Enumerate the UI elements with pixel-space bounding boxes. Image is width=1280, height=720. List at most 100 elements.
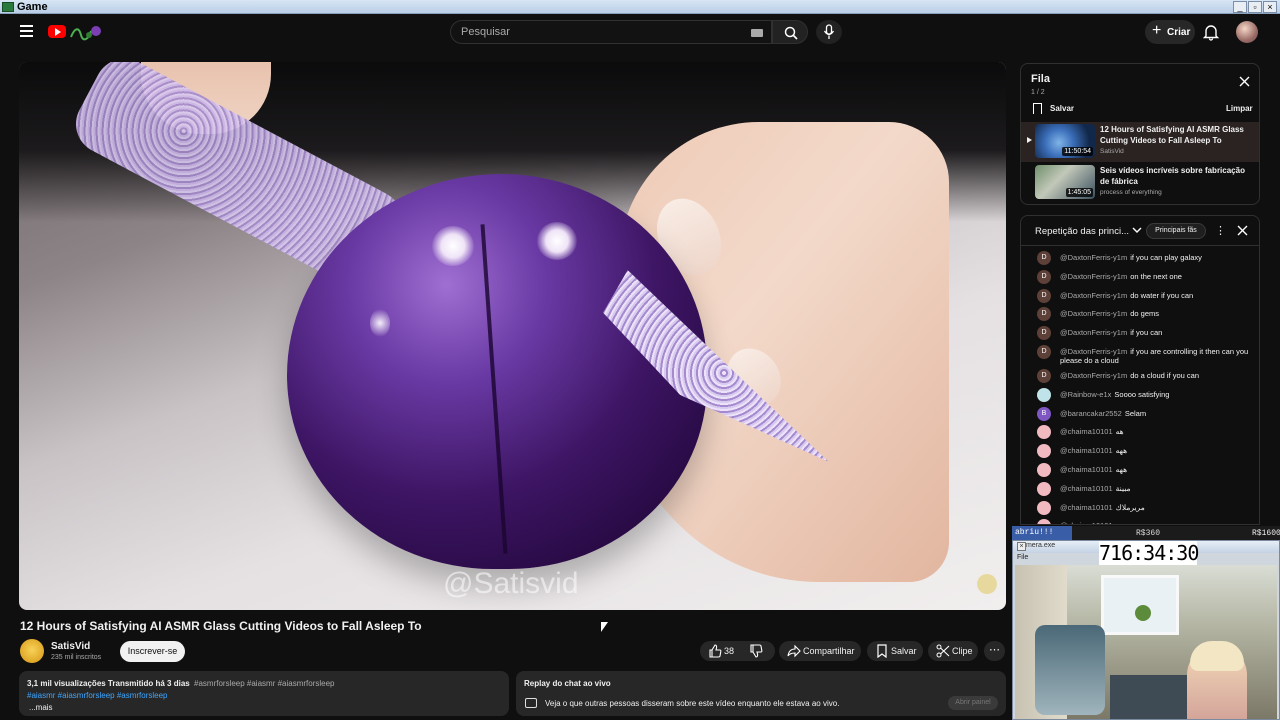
chat-author[interactable]: @chaima10101 (1060, 427, 1113, 436)
queue-duration: 11:50:54 (1062, 147, 1093, 156)
chat-avatar[interactable]: D (1037, 269, 1051, 284)
chat-text: if you can play galaxy (1130, 253, 1202, 262)
top-fans-badge[interactable]: Principais fãs (1146, 223, 1206, 239)
chat-avatar[interactable]: B (1037, 406, 1051, 421)
clip-button[interactable]: Clipe (928, 641, 978, 661)
chat-header: Repetição das princi... Principais fãs ⋮ (1021, 216, 1259, 246)
live-chat-panel: Repetição das princi... Principais fãs ⋮… (1020, 215, 1260, 525)
watermark-logo-icon (977, 574, 997, 594)
chat-avatar[interactable] (1037, 481, 1051, 496)
chat-avatar[interactable]: D (1037, 307, 1051, 322)
chat-author[interactable]: @DaxtonFerris-y1m (1060, 291, 1127, 300)
chat-avatar[interactable] (1037, 500, 1051, 515)
account-avatar[interactable] (1236, 21, 1258, 43)
thumbs-up-icon[interactable] (708, 644, 722, 658)
chat-author[interactable]: @barancakar2552 (1060, 409, 1122, 418)
channel-name[interactable]: SatisVid (51, 641, 90, 652)
subscribe-button[interactable]: Inscrever-se (120, 641, 185, 662)
queue-item[interactable]: 1:45:05 Seis vídeos incríveis sobre fabr… (1021, 163, 1259, 203)
chat-text: هه (1115, 427, 1124, 437)
chat-author[interactable]: @DaxtonFerris-y1m (1060, 328, 1127, 337)
open-panel-button[interactable]: Abrir painel (948, 696, 998, 710)
chat-author[interactable]: @Rainbow-e1x (1060, 390, 1111, 399)
queue-item-channel: SatisVid (1100, 148, 1124, 155)
chat-mode-title[interactable]: Repetição das princi... (1035, 226, 1129, 237)
chat-text: مريرملاك (1115, 502, 1145, 512)
chat-avatar[interactable] (1037, 463, 1051, 477)
chat-author[interactable]: @DaxtonFerris-y1m (1060, 309, 1127, 318)
chevron-down-icon[interactable] (1132, 225, 1142, 235)
chat-text: do water if you can (1130, 290, 1194, 300)
video-player[interactable]: @Satisvid (19, 62, 1006, 610)
plus-icon: + (1152, 22, 1162, 39)
chat-avatar[interactable] (1037, 519, 1051, 524)
search-input[interactable]: Pesquisar (450, 20, 772, 44)
goal-max-value: R$1600 (1252, 529, 1280, 538)
bookmark-icon[interactable] (1033, 103, 1042, 114)
search-button[interactable] (772, 20, 808, 44)
chat-text: if you can (1130, 328, 1163, 338)
chat-author[interactable]: @DaxtonFerris-y1m (1060, 371, 1127, 380)
channel-avatar[interactable] (20, 639, 44, 663)
chat-author[interactable]: @chaima10101 (1060, 503, 1113, 512)
chat-author[interactable]: @chaima10101 (1060, 446, 1113, 455)
thumbs-down-icon[interactable] (749, 644, 763, 658)
chat-avatar[interactable]: D (1037, 345, 1051, 359)
chat-author[interactable]: @DaxtonFerris-y1m (1060, 272, 1127, 281)
keyboard-icon[interactable] (751, 29, 763, 37)
video-title: 12 Hours of Satisfying AI ASMR Glass Cut… (20, 619, 422, 633)
description-tags: #asmrforsleep #aiasmr #aiasmrforsleep (194, 679, 335, 688)
microphone-icon (823, 24, 835, 39)
chat-text: هه (1116, 521, 1124, 524)
camera-file-menu[interactable]: File (1017, 554, 1028, 561)
save-button[interactable]: Salvar (867, 641, 923, 661)
chat-avatar[interactable]: D (1037, 288, 1051, 303)
chat-author[interactable]: @DaxtonFerris-y1m (1060, 347, 1127, 356)
queue-clear-button[interactable]: Limpar (1226, 104, 1253, 113)
create-label: Criar (1167, 27, 1191, 38)
chat-text: on the next one (1130, 271, 1182, 281)
chat-avatar[interactable] (1037, 444, 1051, 459)
close-window-button[interactable]: × (1263, 1, 1277, 13)
chat-author[interactable]: @chaima10101 (1060, 521, 1113, 524)
chat-avatar[interactable]: D (1037, 369, 1051, 383)
queue-title: Fila (1031, 73, 1050, 85)
doodle-icon (70, 26, 101, 41)
share-button[interactable]: Compartilhar (779, 641, 861, 661)
voice-search-button[interactable] (816, 20, 842, 44)
chat-avatar[interactable] (1037, 425, 1051, 440)
notifications-bell-icon[interactable] (1202, 23, 1220, 41)
youtube-logo[interactable] (48, 23, 104, 41)
queue-thumbnail: 11:50:54 (1035, 124, 1095, 158)
show-more-link[interactable]: ...mais (29, 703, 53, 712)
share-icon (787, 644, 801, 658)
create-button[interactable]: + Criar (1145, 20, 1195, 44)
close-icon[interactable]: × (1017, 542, 1026, 551)
chat-author[interactable]: @DaxtonFerris-y1m (1060, 253, 1127, 262)
chat-author[interactable]: @chaima10101 (1060, 484, 1113, 493)
queue-item-channel: process of everything (1100, 189, 1162, 196)
search-placeholder: Pesquisar (461, 26, 510, 38)
queue-panel: Fila 1 / 2 Salvar Limpar 11:50:54 12 Hou… (1020, 63, 1260, 205)
chat-avatar[interactable]: D (1037, 326, 1051, 341)
description-hashtags[interactable]: #aiasmr #aiasmrforsleep #asmrforsleep (27, 691, 168, 700)
chat-text: ههه (1115, 446, 1128, 456)
chat-avatar[interactable]: D (1037, 251, 1051, 265)
close-icon[interactable] (1237, 225, 1248, 236)
now-playing-icon (1027, 137, 1032, 143)
like-dislike-group: 38 (700, 641, 775, 661)
stream-goal-bar: abriu!!! R$360 R$1600 (1012, 526, 1280, 540)
description-box[interactable]: 3,1 mil visualizações Transmitido há 3 d… (19, 671, 509, 716)
chat-author[interactable]: @chaima10101 (1060, 465, 1113, 474)
menu-icon[interactable] (20, 25, 33, 37)
chat-text: do gems (1130, 309, 1159, 319)
close-icon[interactable] (1239, 76, 1250, 87)
minimize-button[interactable]: _ (1233, 1, 1247, 13)
queue-item[interactable]: 11:50:54 12 Hours of Satisfying AI ASMR … (1021, 122, 1259, 162)
chat-avatar[interactable] (1037, 387, 1051, 402)
maximize-button[interactable]: ▫ (1248, 1, 1262, 13)
queue-save-button[interactable]: Salvar (1050, 104, 1074, 113)
more-actions-button[interactable]: ⋯ (984, 641, 1005, 661)
chat-text: مبينة (1115, 483, 1131, 493)
more-vert-icon[interactable]: ⋮ (1215, 224, 1226, 237)
